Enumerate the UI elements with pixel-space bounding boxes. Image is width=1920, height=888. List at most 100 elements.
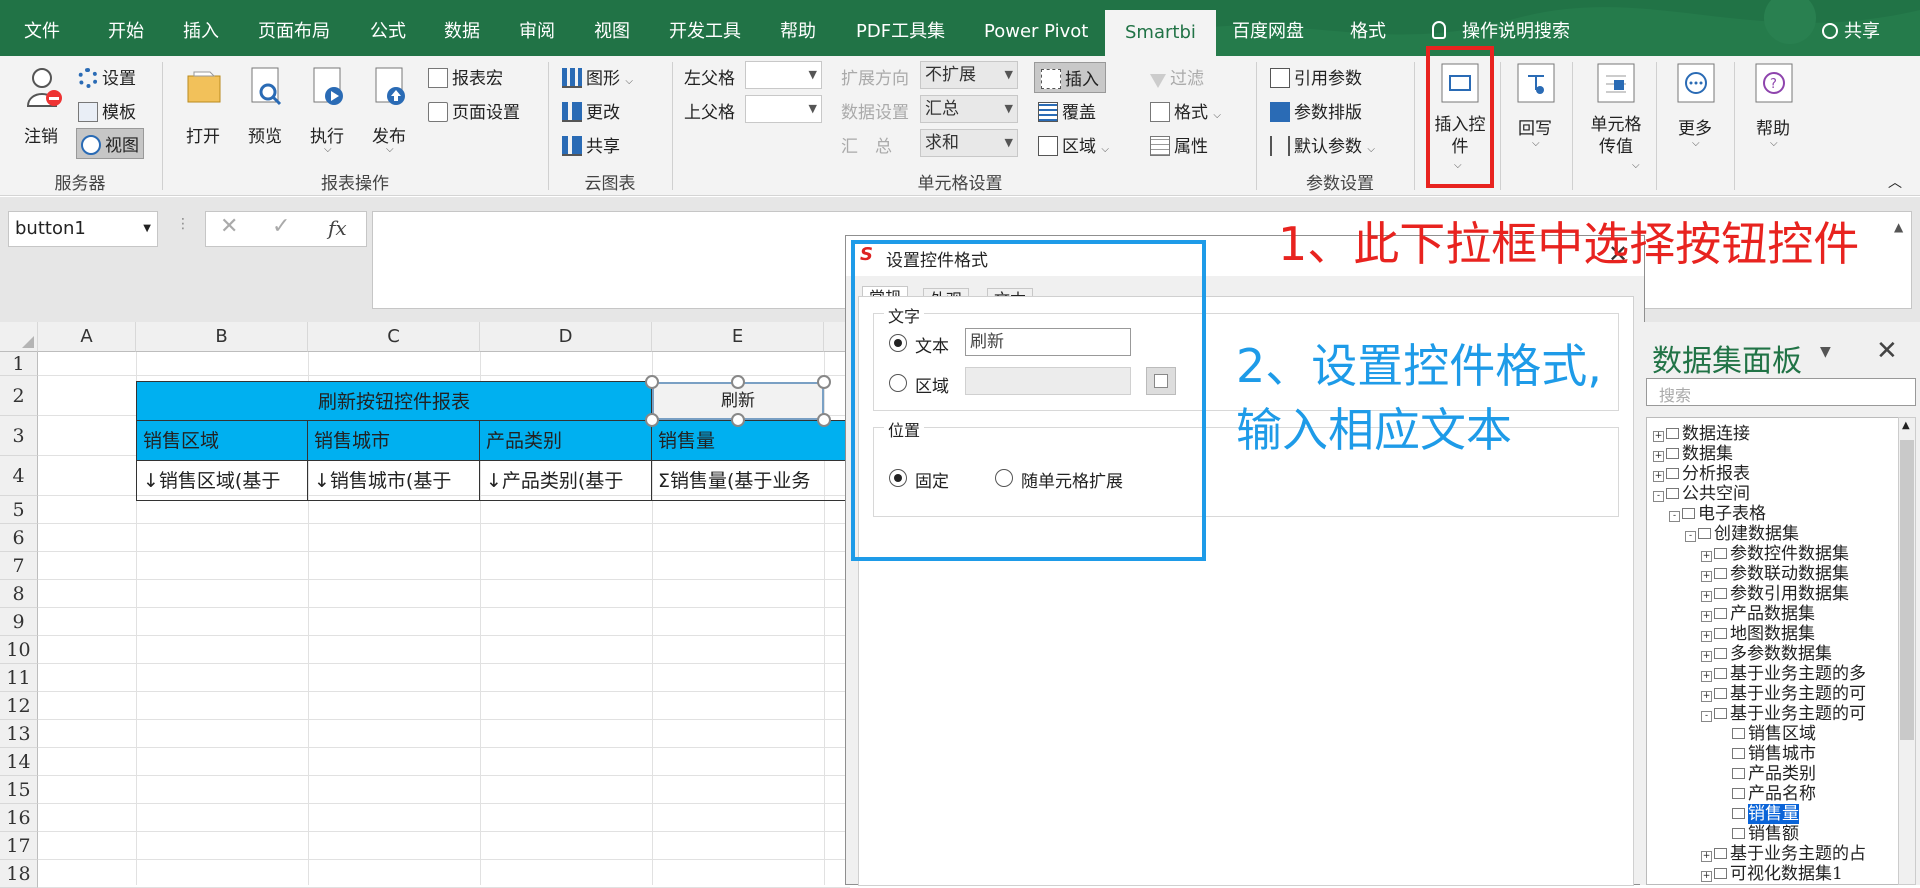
filter-button[interactable]: 过滤 [1150, 64, 1204, 89]
column-header[interactable]: A [38, 322, 136, 352]
row-header[interactable]: 15 [0, 776, 38, 804]
header-cell[interactable]: 销售区域 [136, 420, 308, 461]
settings-button[interactable]: 设置 [78, 64, 136, 89]
tree-item[interactable]: + 可视化数据集1 [1701, 864, 1843, 884]
report-title-cell[interactable]: 刷新按钮控件报表 [136, 381, 652, 421]
expand-icon[interactable]: + [1701, 631, 1712, 642]
expand-icon[interactable]: + [1653, 451, 1664, 462]
name-box[interactable]: button1 ▼ [8, 211, 158, 247]
expand-icon[interactable]: + [1653, 471, 1664, 482]
row-header[interactable]: 12 [0, 692, 38, 720]
cancel-icon[interactable]: ✕ [220, 214, 238, 239]
row-header[interactable]: 16 [0, 804, 38, 832]
tab-baidu-netdisk[interactable]: 百度网盘 [1232, 0, 1304, 56]
insert-mode-button[interactable]: 插入 [1034, 62, 1106, 93]
tree-item[interactable]: + 地图数据集 [1701, 624, 1815, 644]
column-header[interactable]: E [652, 322, 824, 352]
formula-expand-icon[interactable]: ▲ [1894, 220, 1903, 234]
tree-item[interactable]: + 多参数数据集 [1701, 644, 1832, 664]
preview-button[interactable]: 预览 [246, 66, 290, 147]
row-header[interactable]: 2 [0, 376, 38, 416]
format-button[interactable]: 格式 ⌵ [1150, 98, 1221, 123]
tree-item[interactable]: + 基于业务主题的可 [1701, 684, 1866, 704]
panel-menu-icon[interactable]: ▼ [1820, 344, 1831, 360]
tree-item[interactable]: + 参数引用数据集 [1701, 584, 1849, 604]
tree-item[interactable]: + 分析报表 [1653, 464, 1750, 484]
summary-select[interactable]: 求和 ▼ [920, 129, 1018, 157]
tree-item[interactable]: 销售量 [1717, 804, 1799, 824]
row-header[interactable]: 3 [0, 416, 38, 456]
resize-handle[interactable] [645, 375, 659, 389]
row-header[interactable]: 4 [0, 456, 38, 496]
execute-button[interactable]: 执行 ⌵ [308, 66, 352, 155]
tab-review[interactable]: 审阅 [519, 0, 555, 56]
tree-item[interactable]: 销售区域 [1717, 724, 1816, 744]
expand-icon[interactable]: + [1653, 431, 1664, 442]
collapse-icon[interactable]: - [1685, 531, 1696, 542]
more-button[interactable]: 更多 ⌵ [1672, 58, 1722, 168]
scroll-thumb[interactable] [1900, 440, 1914, 740]
report-macro-button[interactable]: 报表宏 [428, 64, 503, 89]
expand-icon[interactable]: + [1701, 611, 1712, 622]
left-parent-select[interactable]: ▼ [745, 61, 822, 89]
tab-file[interactable]: 文件 [24, 0, 60, 56]
row-header[interactable]: 7 [0, 552, 38, 580]
tree-scrollbar[interactable]: ▲ [1898, 417, 1916, 885]
tab-smartbi[interactable]: Smartbi [1105, 10, 1216, 56]
collapse-icon[interactable]: - [1669, 511, 1680, 522]
row-header[interactable]: 11 [0, 664, 38, 692]
column-header[interactable]: B [136, 322, 308, 352]
field-cell[interactable]: ↓销售区域(基于 [136, 460, 308, 501]
field-cell[interactable]: ↓产品类别(基于 [479, 460, 652, 501]
function-icon[interactable]: fx [328, 216, 347, 240]
writeback-button[interactable]: 回写 ⌵ [1512, 58, 1562, 168]
tree-item[interactable]: 销售城市 [1717, 744, 1816, 764]
tree-item[interactable]: - 创建数据集 [1685, 524, 1799, 544]
tree-item[interactable]: - 电子表格 [1669, 504, 1766, 524]
resize-handle[interactable] [645, 413, 659, 427]
column-header[interactable]: D [480, 322, 652, 352]
tab-data[interactable]: 数据 [444, 0, 480, 56]
tree-item[interactable]: + 数据集 [1653, 444, 1733, 464]
tree-item[interactable]: - 公共空间 [1653, 484, 1750, 504]
row-header[interactable]: 14 [0, 748, 38, 776]
tree-item[interactable]: - 基于业务主题的可 [1701, 704, 1866, 724]
view-button[interactable]: 视图 [76, 128, 144, 159]
tree-item[interactable]: 产品名称 [1717, 784, 1816, 804]
header-cell[interactable]: 产品类别 [479, 420, 652, 461]
panel-search-input[interactable]: 搜索 [1646, 378, 1916, 406]
region-button[interactable]: 区域 ⌵ [1038, 132, 1109, 157]
cloud-share-button[interactable]: 共享 [562, 132, 620, 157]
attribute-button[interactable]: 属性 [1150, 132, 1208, 157]
tab-developer[interactable]: 开发工具 [669, 0, 741, 56]
resize-handle[interactable] [817, 413, 831, 427]
publish-button[interactable]: 发布 ⌵ [370, 66, 414, 155]
help-button[interactable]: ? 帮助 ⌵ [1750, 58, 1800, 168]
tab-help[interactable]: 帮助 [780, 0, 816, 56]
row-header[interactable]: 10 [0, 636, 38, 664]
expand-icon[interactable]: + [1701, 571, 1712, 582]
ref-param-button[interactable]: 引用参数 [1270, 64, 1362, 89]
tree-item[interactable]: 销售额 [1717, 824, 1799, 844]
tree-item[interactable]: + 参数控件数据集 [1701, 544, 1849, 564]
template-button[interactable]: 模板 [78, 98, 136, 123]
confirm-icon[interactable]: ✓ [272, 214, 290, 239]
tree-item[interactable]: 产品类别 [1717, 764, 1816, 784]
tab-power-pivot[interactable]: Power Pivot [984, 0, 1088, 56]
panel-close-icon[interactable]: ✕ [1876, 336, 1898, 366]
tab-insert[interactable]: 插入 [183, 0, 219, 56]
tree-item[interactable]: + 基于业务主题的多 [1701, 664, 1866, 684]
collapse-icon[interactable]: - [1653, 491, 1664, 502]
tab-formulas[interactable]: 公式 [370, 0, 406, 56]
graph-button[interactable]: 图形 ⌵ [562, 64, 633, 89]
expand-icon[interactable]: + [1701, 851, 1712, 862]
tree-item[interactable]: + 基于业务主题的占 [1701, 844, 1866, 864]
cell-pass-value-button[interactable]: 单元格传值 ⌵ [1584, 58, 1648, 178]
tree-item[interactable]: + 产品数据集 [1701, 604, 1815, 624]
open-button[interactable]: 打开 [184, 66, 228, 147]
expand-icon[interactable]: + [1701, 551, 1712, 562]
resize-handle[interactable] [731, 375, 745, 389]
upper-parent-select[interactable]: ▼ [745, 95, 822, 123]
resize-handle[interactable] [731, 413, 745, 427]
tab-view[interactable]: 视图 [594, 0, 630, 56]
